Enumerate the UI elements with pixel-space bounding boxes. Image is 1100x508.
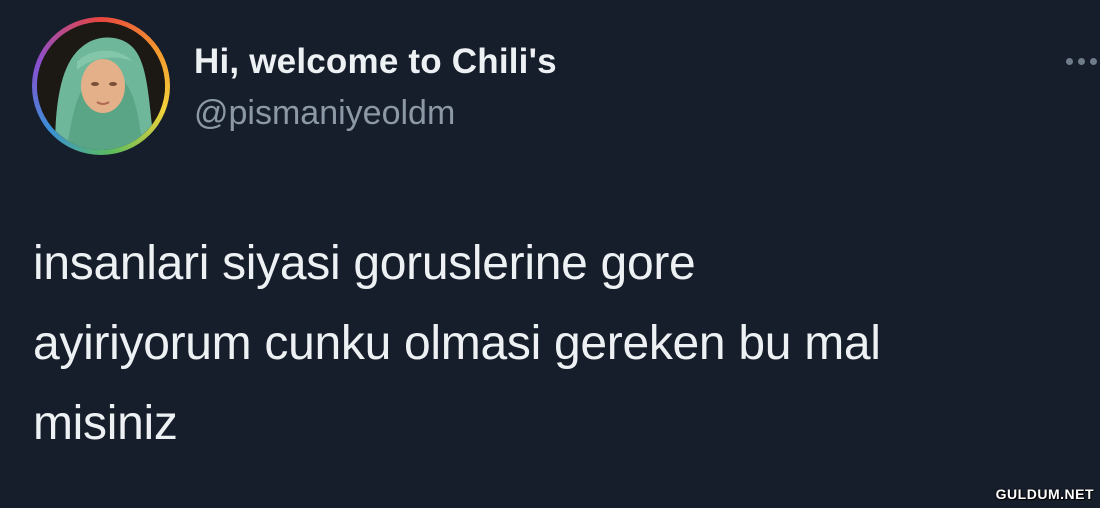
watermark: GULDUM.NET xyxy=(995,486,1094,502)
avatar-image xyxy=(37,22,165,150)
tweet-text-line: insanlari siyasi goruslerine gore xyxy=(33,237,696,290)
more-horizontal-icon[interactable] xyxy=(1060,52,1100,72)
tweet-card: Hi, welcome to Chili's @pismaniyeoldm in… xyxy=(0,0,1100,508)
avatar[interactable] xyxy=(32,17,170,155)
tweet-text: insanlari siyasi goruslerine gore ayiriy… xyxy=(33,224,1073,464)
username-handle[interactable]: @pismaniyeoldm xyxy=(194,94,455,133)
tweet-text-line: misiniz xyxy=(33,397,178,450)
tweet-text-line: ayiriyorum cunku olmasi gereken bu mal xyxy=(33,317,881,370)
avatar-photo xyxy=(37,22,165,150)
display-name[interactable]: Hi, welcome to Chili's xyxy=(194,42,557,82)
